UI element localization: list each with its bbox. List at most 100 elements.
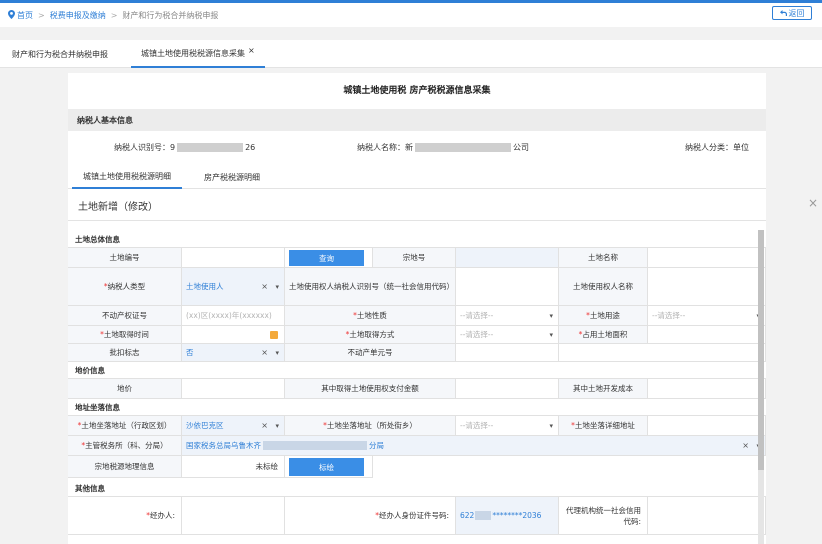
price-label: 地价	[68, 379, 182, 399]
label-text: 土地取得时间	[103, 330, 149, 339]
label-text: 土地使用权人纳税人识别号（统一社会信用代码）	[289, 282, 454, 291]
label-text: 其中土地开发成本	[573, 384, 633, 393]
return-arrow-icon	[779, 9, 787, 18]
redaction-block	[263, 441, 367, 450]
user-name-label: 土地使用权人名称	[559, 268, 648, 306]
handler-id-prefix: 622	[460, 511, 475, 520]
query-button[interactable]: 查询	[289, 250, 364, 266]
dialog-close-icon[interactable]: ×	[808, 196, 818, 210]
parcel-no-input[interactable]	[456, 248, 559, 268]
parcel-no-label: 宗地号	[373, 248, 456, 268]
paid-amount-input[interactable]	[456, 379, 559, 399]
label-text: 纳税人类型	[107, 282, 146, 291]
land-use-select[interactable]: --请选择--	[648, 306, 766, 326]
handler-id-label: * 经办人身份证件号码:	[285, 497, 456, 535]
land-nature-select[interactable]: --请选择--	[456, 306, 559, 326]
select-value: 否	[186, 348, 194, 357]
approval-select[interactable]: 否 ×	[182, 344, 285, 362]
redaction-block	[177, 142, 244, 152]
acquire-method-label: * 土地取得方式	[285, 326, 456, 344]
unit-no-input[interactable]	[456, 344, 559, 362]
handler-id-input[interactable]: 622 ********2036	[456, 497, 559, 535]
dev-cost-input[interactable]	[648, 379, 766, 399]
price-input[interactable]	[182, 379, 285, 399]
acquire-method-select[interactable]: --请选择--	[456, 326, 559, 344]
select-value: 土地使用人	[186, 282, 224, 291]
label-text: 不动产单元号	[347, 348, 393, 357]
group-heading-other: 其他信息	[68, 480, 766, 497]
clear-icon[interactable]: ×	[261, 282, 268, 291]
land-name-input[interactable]	[648, 248, 766, 268]
dialog-scrollbar-thumb[interactable]	[758, 230, 764, 470]
label-text: 土地坐落地址（所处街乡）	[326, 421, 417, 430]
label-text: 土地名称	[588, 253, 618, 262]
user-id-input[interactable]	[456, 268, 559, 306]
tab-combined-tax-return[interactable]: 财产和行为税合并纳税申报	[12, 40, 108, 68]
street-select[interactable]: --请选择--	[456, 416, 559, 436]
taxpayer-section-heading: 纳税人基本信息	[68, 109, 766, 131]
page-title: 城镇土地使用税 房产税税源信息采集	[343, 85, 491, 96]
land-nature-label: * 土地性质	[285, 306, 456, 326]
label-text: 土地编号	[109, 253, 140, 262]
label-text: 其中取得土地使用权支付金额	[321, 384, 419, 393]
clear-icon[interactable]: ×	[261, 421, 268, 430]
group-heading-land-total: 土地总体信息	[68, 231, 766, 248]
acquire-time-label: * 土地取得时间	[68, 326, 182, 344]
breadcrumb-current: 财产和行为税合并纳税申报	[122, 10, 219, 20]
calendar-icon[interactable]	[270, 330, 278, 339]
dialog-title: 土地新增（修改）	[78, 202, 158, 213]
label-text: 土地取得方式	[349, 330, 395, 339]
label-text: 批扣标志	[109, 348, 140, 357]
form-row: *土地取得时间 *土地取得方式 --请选择-- *占用土地面积	[68, 326, 766, 344]
taxpayer-category-info: 纳税人分类： 单位	[685, 139, 749, 155]
label-text: 代理机构统一社会信用代码:	[566, 505, 641, 526]
breadcrumb: 首页 > 税费申报及缴纳 > 财产和行为税合并纳税申报	[0, 3, 822, 27]
subtab-property-tax-detail[interactable]: 房产税税源明细	[204, 165, 260, 189]
back-button-label: 返回	[788, 8, 805, 18]
area-input[interactable]	[648, 326, 766, 344]
tab-land-use-tax-source[interactable]: 城镇土地使用税税源信息采集 ×	[131, 40, 265, 68]
tax-office-select[interactable]: 国家税务总局乌鲁木齐 分局 ×	[182, 436, 766, 456]
form-row: 土地编号 查询 宗地号 土地名称	[68, 248, 766, 268]
breadcrumb-home-link[interactable]: 首页	[17, 10, 33, 21]
handler-input[interactable]	[182, 497, 285, 535]
paid-amount-label: 其中取得土地使用权支付金额	[285, 379, 456, 399]
geo-status-text: 未标绘	[255, 462, 279, 471]
user-name-input[interactable]	[648, 268, 766, 306]
label-text: 宗地号	[402, 253, 426, 262]
land-no-input[interactable]	[182, 248, 285, 268]
clear-icon[interactable]: ×	[742, 441, 749, 450]
area-label: * 占用土地面积	[559, 326, 648, 344]
taxpayer-name-info: 纳税人名称： 新 公司	[357, 139, 529, 155]
subtab-land-use-tax-detail[interactable]: 城镇土地使用税税源明细	[72, 165, 182, 189]
label-text: 占用土地面积	[582, 330, 628, 339]
form-row: *土地坐落地址（行政区划） 沙依巴克区 × *土地坐落地址（所处街乡） --请选择…	[68, 416, 766, 436]
property-cert-input[interactable]: (xx)区(xxxx)年(xxxxxx)	[182, 306, 285, 326]
detail-address-input[interactable]	[648, 416, 766, 436]
tab-label: 城镇土地使用税税源信息采集	[141, 48, 245, 58]
land-name-label: 土地名称	[559, 248, 648, 268]
plot-button[interactable]: 标绘	[289, 458, 364, 476]
geo-button-cell: 标绘	[285, 456, 373, 478]
geo-status: 未标绘	[182, 456, 285, 478]
agency-input[interactable]	[648, 497, 766, 535]
district-select[interactable]: 沙依巴克区 ×	[182, 416, 285, 436]
label-text: 经办人:	[149, 511, 175, 520]
label-text: 土地用途	[589, 311, 620, 320]
breadcrumb-tax-filing-link[interactable]: 税费申报及缴纳	[50, 10, 106, 21]
label-text: 不动产权证号	[102, 311, 147, 320]
acquire-time-input[interactable]	[182, 326, 285, 344]
back-button[interactable]: 返回	[772, 6, 812, 20]
approval-label: 批扣标志	[68, 344, 182, 362]
taxpayer-type-select[interactable]: 土地使用人 ×	[182, 268, 285, 306]
unit-no-label: 不动产单元号	[285, 344, 456, 362]
agency-label: 代理机构统一社会信用代码:	[559, 497, 648, 535]
detail-address-label: * 土地坐落详细地址	[559, 416, 648, 436]
label-text: 经办人身份证件号码:	[378, 511, 449, 520]
district-label: * 土地坐落地址（行政区划）	[68, 416, 182, 436]
tab-close-icon[interactable]: ×	[248, 46, 255, 55]
label-text: 土地使用权人名称	[573, 282, 633, 291]
taxpayer-id-label: 纳税人识别号：	[114, 142, 170, 152]
land-edit-dialog: 土地新增（修改） × 土地总体信息 土地编号 查询 宗地号 土地名称 * 纳税人类…	[68, 190, 822, 544]
clear-icon[interactable]: ×	[261, 348, 268, 357]
